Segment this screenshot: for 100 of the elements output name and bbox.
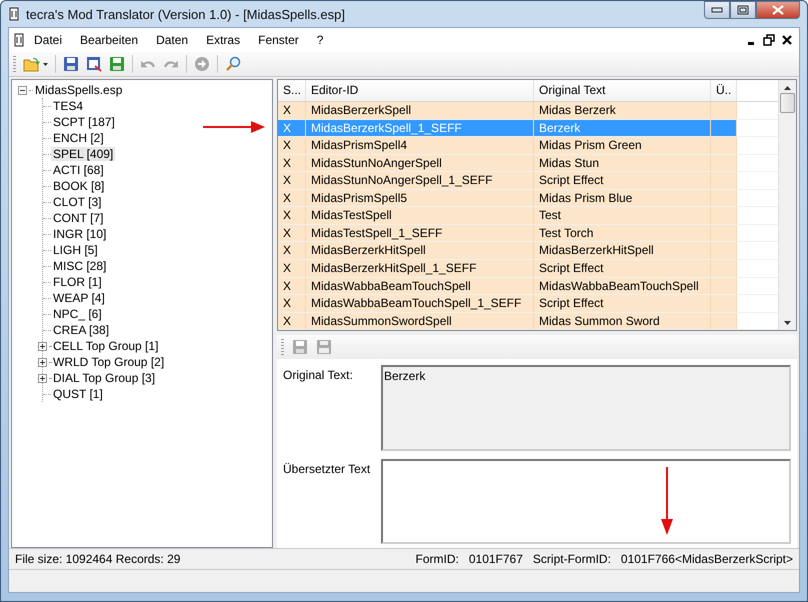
arrow-annotation (203, 121, 265, 133)
tree-item[interactable]: FLOR [1] (51, 275, 104, 289)
tree-item[interactable]: SPEL [409] (51, 147, 116, 161)
down-arrow-icon[interactable] (784, 320, 791, 326)
table-row[interactable]: X MidasBerzerkHitSpell_1_SEFF Script Effect (278, 260, 778, 278)
table-cell: MidasWabbaBeamTouchSpell_1_SEFF (306, 295, 534, 312)
menu-item[interactable]: Daten (147, 30, 198, 50)
floppy-icon (63, 56, 79, 72)
scrollbar-thumb[interactable] (780, 93, 795, 113)
app-icon[interactable] (13, 33, 25, 47)
minimize-icon (711, 7, 723, 13)
original-text-field[interactable]: Berzerk (381, 365, 791, 450)
tree-item[interactable]: CLOT [3] (51, 195, 104, 209)
expand-toggle[interactable] (38, 358, 47, 366)
tree-item[interactable]: WEAP [4] (51, 291, 107, 305)
tree-item[interactable]: NPC_ [6] (51, 307, 104, 321)
table-row[interactable]: X MidasTestSpell_1_SEFF Test Torch (278, 224, 778, 242)
table-cell: MidasStunNoAngerSpell_1_SEFF (306, 172, 534, 189)
up-arrow-icon[interactable] (784, 85, 791, 91)
table-cell: MidasBerzerkHitSpell (534, 242, 711, 259)
status-text: File size: 1092464 Records: 29 (15, 552, 180, 566)
tree-item[interactable]: BOOK [8] (51, 179, 106, 193)
close-icon (772, 5, 784, 15)
app-icon (8, 7, 20, 21)
tree-item[interactable]: ENCH [2] (51, 131, 106, 145)
table-cell: Midas Berzerk (534, 102, 711, 119)
menu-item[interactable]: Extras (197, 30, 250, 50)
field-label: Übersetzter Text (283, 460, 372, 478)
menu-item[interactable]: Datei (25, 30, 72, 50)
tree-item[interactable]: LIGH [5] (51, 243, 100, 257)
table-cell: Midas Prism Blue (534, 190, 711, 206)
document-icon (86, 56, 102, 72)
table-row[interactable]: X MidasStunNoAngerSpell_1_SEFF Script Effect (278, 172, 778, 190)
undo-icon (140, 60, 156, 68)
table-row[interactable]: X MidasBerzerkHitSpell MidasBerzerkHitSpell (278, 242, 778, 260)
tree-item[interactable]: CELL Top Group [1] (51, 339, 160, 353)
expand-toggle[interactable] (38, 374, 47, 382)
tree-item[interactable]: MISC [28] (51, 259, 108, 273)
table-cell: X (278, 207, 306, 224)
table-cell: Midas Summon Sword (534, 312, 711, 330)
caret-icon (43, 62, 48, 66)
menu-item[interactable]: Bearbeiten (71, 30, 148, 50)
table-cell: Test (534, 207, 711, 224)
table-row[interactable]: X MidasTestSpell Test (278, 207, 778, 225)
field-label: Original Text: (283, 367, 354, 384)
column-header[interactable]: Editor-ID (306, 80, 534, 102)
floppy-icon (316, 339, 332, 355)
tree-item[interactable]: DIAL Top Group [3] (51, 371, 158, 385)
status-label: FormID: (416, 552, 459, 566)
menu-item[interactable]: Fenster (249, 30, 308, 50)
toolbar-button[interactable] (21, 55, 50, 73)
scrollbar[interactable] (778, 80, 796, 330)
toolbar-button[interactable] (107, 55, 127, 73)
table-row[interactable]: X MidasStunNoAngerSpell Midas Stun (278, 154, 778, 172)
tree-item[interactable]: CONT [7] (51, 211, 106, 225)
column-header[interactable]: Ü.. (711, 80, 737, 102)
restore-icon[interactable] (763, 34, 775, 46)
tree-item[interactable]: WRLD Top Group [2] (51, 355, 166, 369)
tree-item[interactable]: TES4 (51, 99, 86, 113)
plus-icon (39, 374, 46, 382)
tree-item[interactable]: CREA [38] (51, 323, 112, 337)
table-row[interactable]: X MidasSummonSwordSpell Midas Summon Sword (278, 312, 778, 330)
minimize-button[interactable] (704, 1, 730, 19)
table-cell: X (278, 295, 306, 312)
status-label: Script-FormID: (532, 552, 611, 566)
tree-item[interactable]: MidasSpells.esp (33, 83, 124, 97)
collapse-toggle[interactable] (18, 86, 27, 94)
table-cell: Script Effect (534, 260, 711, 277)
table-cell: MidasTestSpell_1_SEFF (306, 224, 534, 242)
folder-icon (23, 56, 41, 72)
close-button[interactable] (756, 1, 800, 19)
table-cell: MidasBerzerkSpell (306, 102, 534, 119)
close-icon[interactable] (781, 34, 793, 46)
table-row[interactable]: X MidasWabbaBeamTouchSpell_1_SEFF Script Effect (278, 295, 778, 313)
tree-item[interactable]: INGR [10] (51, 227, 108, 241)
table-row[interactable]: X MidasPrismSpell5 Midas Prism Blue (278, 190, 778, 208)
toolbar-button[interactable] (61, 55, 81, 73)
floppy-icon (109, 56, 125, 72)
table-cell: X (278, 312, 306, 330)
column-header[interactable]: Original Text (534, 80, 711, 102)
table-cell: MidasStunNoAngerSpell (306, 154, 534, 172)
column-header[interactable]: S... (278, 80, 306, 102)
table-cell: X (278, 260, 306, 277)
table-row[interactable]: X MidasPrismSpell4 Midas Prism Green (278, 137, 778, 155)
maximize-icon (737, 5, 749, 15)
tree-item[interactable]: QUST [1] (51, 387, 105, 401)
tree-item[interactable]: ACTI [68] (51, 163, 106, 177)
maximize-button[interactable] (730, 1, 756, 19)
expand-toggle[interactable] (38, 342, 47, 350)
table-row[interactable]: X MidasWabbaBeamTouchSpell MidasWabbaBeamTouchSpell (278, 278, 778, 296)
table-row[interactable]: X MidasBerzerkSpell Midas Berzerk (278, 102, 778, 120)
arrow-circle-icon (194, 56, 210, 72)
translated-text-field[interactable] (381, 458, 791, 544)
menu-item[interactable]: ? (308, 30, 332, 50)
tree-item[interactable]: SCPT [187] (51, 115, 117, 129)
redo-icon (163, 60, 179, 68)
table-cell: X (278, 154, 306, 172)
table-cell: X (278, 224, 306, 242)
table-cell: X (278, 278, 306, 294)
toolbar-button[interactable] (84, 55, 104, 73)
